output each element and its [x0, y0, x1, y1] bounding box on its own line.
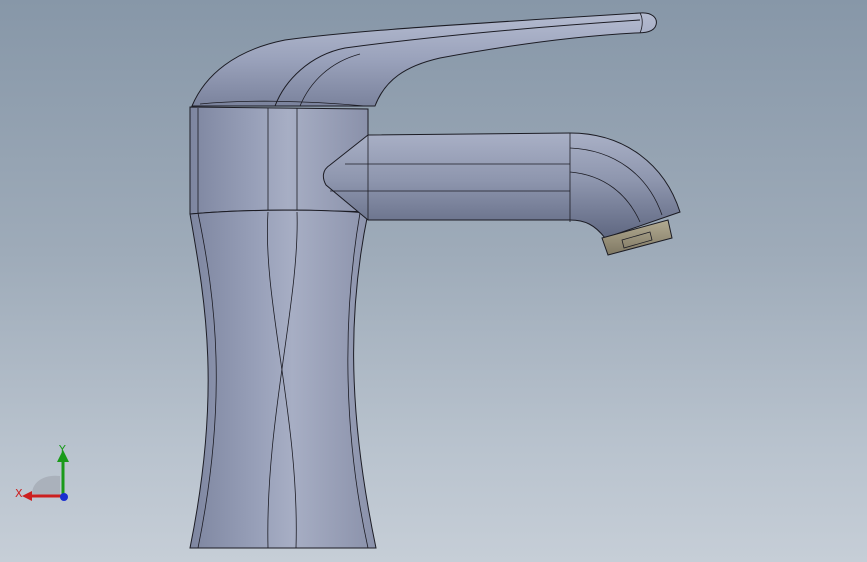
lever-handle[interactable] [191, 12, 657, 107]
y-axis-label: Y [58, 443, 66, 456]
x-axis-label: X [15, 487, 23, 500]
graphics-viewport[interactable]: Y X [0, 0, 867, 562]
x-axis-arrow [22, 491, 32, 501]
faucet-model[interactable] [0, 0, 867, 562]
orientation-triad: Y X [15, 443, 69, 501]
z-axis-dot [60, 493, 68, 501]
spout[interactable] [322, 132, 681, 239]
triad-plane-indicator [32, 475, 60, 496]
